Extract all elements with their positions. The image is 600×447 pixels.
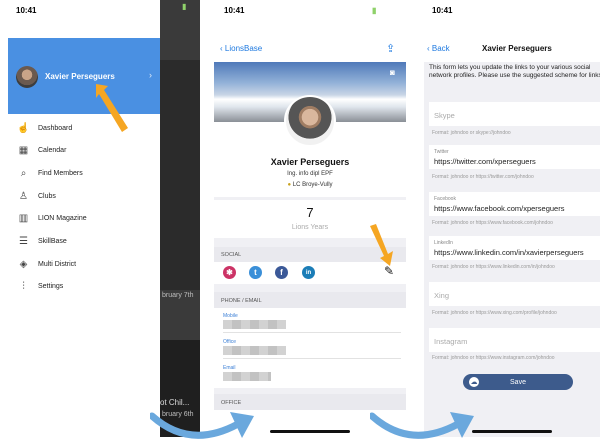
format-hint: Format: johndoo or https://twitter.com/j… (432, 174, 534, 180)
menu-item-lion-magazine[interactable]: ▥ LION Magazine (17, 211, 87, 225)
screen-drawer: bruary 7th ot Chil... bruary 6th ▮ 10:41… (8, 0, 200, 437)
facebook-icon[interactable]: f (275, 266, 288, 279)
back-button[interactable]: ‹ Back (427, 44, 450, 53)
skype-field[interactable]: Skype (429, 102, 600, 126)
menu-item-dashboard[interactable]: ☝ Dashboard (17, 121, 72, 135)
status-time: 10:41 (16, 6, 37, 15)
layers-icon: ◈ (19, 258, 28, 270)
navigation-drawer: 10:41 Xavier Perseguers › ☝ Dashboard ▦ … (8, 0, 160, 437)
save-button[interactable]: ☁ Save (463, 374, 573, 390)
section-title-phone-email: PHONE / EMAIL (221, 298, 262, 304)
lions-logo-icon: ● (287, 182, 292, 188)
facebook-field[interactable]: Facebook https://www.facebook.com/xperse… (429, 192, 600, 216)
format-hint: Format: johndoo or https://www.xing.com/… (432, 310, 557, 316)
avatar (284, 95, 336, 147)
xing-field[interactable]: Xing (429, 282, 600, 306)
skype-icon[interactable]: ✱ (223, 266, 236, 279)
twitter-field[interactable]: Twitter https://twitter.com/xperseguers (429, 145, 600, 169)
lions-years-value: 7 (306, 205, 314, 220)
status-time: 10:41 (224, 6, 245, 15)
flow-arrow-icon (370, 412, 474, 439)
menu-item-calendar[interactable]: ▦ Calendar (17, 143, 67, 157)
share-icon[interactable]: ⇪ (386, 42, 395, 55)
list-icon: ☰ (19, 235, 28, 247)
calendar-icon: ▦ (18, 144, 29, 156)
menu-item-settings[interactable]: ⫶ Settings (17, 279, 63, 293)
hand-pointer-icon: ☝ (17, 122, 30, 134)
linkedin-field[interactable]: LinkedIn https://www.linkedin.com/in/xav… (429, 236, 600, 260)
field-label-email: Email (223, 365, 236, 371)
camera-icon[interactable]: ◙ (390, 68, 395, 77)
battery-icon: ▮ (182, 2, 187, 11)
menu-item-find-members[interactable]: ⌕ Find Members (17, 166, 83, 180)
twitter-icon[interactable]: t (249, 266, 262, 279)
magazine-icon: ▥ (18, 212, 29, 224)
blurred-value (223, 320, 286, 329)
screen-social-form: 10:41 ‹ Back Xavier Perseguers This form… (424, 0, 600, 437)
magnifier-icon: ⌕ (20, 167, 27, 179)
profile-name: Xavier Perseguers (270, 157, 350, 167)
blurred-value (223, 346, 286, 355)
section-title-social: SOCIAL (221, 252, 242, 258)
chevron-right-icon: › (149, 70, 152, 80)
format-hint: Format: johndoo or https://www.facebook.… (432, 220, 553, 226)
sliders-icon: ⫶ (22, 280, 25, 292)
format-hint: Format: johndoo or https://www.instagram… (432, 355, 555, 361)
flow-arrow-icon (150, 412, 254, 439)
battery-icon: ▮ (372, 6, 377, 15)
screen-profile: 10:41 ▮ ‹ LionsBase ⇪ ◙ Xavier Perseguer… (214, 0, 406, 437)
home-indicator (472, 430, 552, 433)
profile-title: Ing. info dipl EPF (287, 171, 333, 177)
home-indicator (270, 430, 350, 433)
menu-item-skillbase[interactable]: ☰ SkillBase (17, 234, 67, 248)
orange-arrow-icon (370, 224, 393, 266)
format-hint: Format: johndoo or https://www.linkedin.… (432, 264, 555, 270)
field-label-mobile: Mobile (223, 313, 238, 319)
linkedin-icon[interactable]: in (302, 266, 315, 279)
format-hint: Format: johndoo or skype://johndoo (432, 130, 511, 136)
medal-icon: ♙ (19, 190, 28, 202)
blurred-value (223, 372, 271, 381)
status-time: 10:41 (432, 6, 453, 15)
menu-item-multi-district[interactable]: ◈ Multi District (17, 257, 76, 271)
field-label-office: Office (223, 339, 236, 345)
underlying-screen: bruary 7th ot Chil... bruary 6th ▮ (158, 0, 200, 437)
avatar (16, 66, 38, 88)
instagram-field[interactable]: Instagram (429, 328, 600, 352)
orange-arrow-icon (96, 84, 128, 132)
intro-text: This form lets you update the links to y… (429, 64, 600, 79)
club-name: ● LC Broye-Vully (287, 182, 333, 188)
back-button[interactable]: ‹ LionsBase (220, 44, 262, 53)
menu-item-clubs[interactable]: ♙ Clubs (17, 189, 56, 203)
cloud-upload-icon: ☁ (469, 377, 479, 387)
background-text: bruary 7th (162, 292, 194, 299)
page-title: Xavier Perseguers (482, 44, 552, 53)
